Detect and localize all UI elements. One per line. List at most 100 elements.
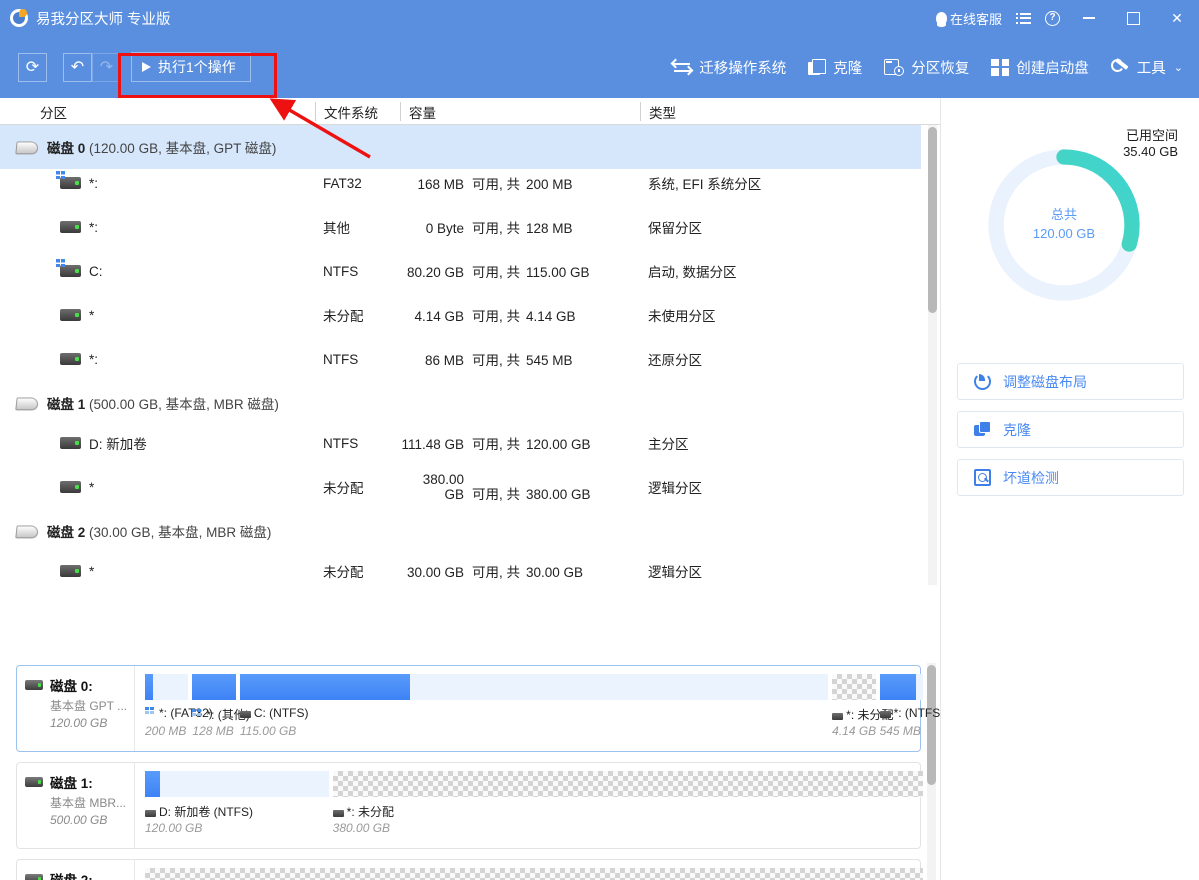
maximize-button[interactable] (1111, 0, 1155, 36)
app-window: 易我分区大师 专业版 在线客服 ? ✕ ⟳ ↶ ↷ 执行1个操作 (0, 0, 1199, 880)
partition-type: 启动, 数据分区 (648, 261, 737, 281)
partition-icon (333, 810, 344, 817)
partition-bar-label: *: (NTFS) (880, 706, 940, 720)
unallocated-bar[interactable] (832, 674, 875, 700)
partition-filesystem: FAT32 (323, 176, 362, 191)
partition-bar-used (240, 674, 411, 700)
partition-bar[interactable] (192, 674, 235, 700)
partition-total: 120.00 GB (526, 437, 592, 452)
partition-icon (60, 265, 81, 277)
partition-icon (145, 711, 156, 718)
partition-free: 168 MB (400, 177, 464, 192)
capacity-separator: 可用, 共 (472, 217, 520, 237)
app-logo-icon (10, 9, 28, 27)
partition-icon (192, 713, 203, 720)
create-bootable-disk-label: 创建启动盘 (1016, 57, 1089, 78)
unallocated-bar[interactable] (333, 771, 923, 797)
partition-bar-label-text: C: (NTFS) (254, 706, 309, 720)
disk-map-card-info: 磁盘 1:基本盘 MBR...500.00 GB (17, 763, 135, 848)
partition-type: 保留分区 (648, 217, 702, 237)
partition-type: 逻辑分区 (648, 477, 702, 497)
partition-row[interactable]: C:NTFS80.20 GB可用, 共115.00 GB启动, 数据分区 (0, 249, 921, 293)
partition-bar[interactable] (240, 674, 828, 700)
partition-recovery-button[interactable]: 分区恢复 (884, 57, 969, 78)
online-support-button[interactable]: 在线客服 (929, 0, 1009, 36)
partition-name: C: (89, 264, 103, 279)
partition-capacity: 111.48 GB可用, 共120.00 GB (400, 433, 632, 453)
partition-row[interactable]: *:其他0 Byte可用, 共128 MB保留分区 (0, 205, 921, 249)
partition-filesystem: 未分配 (323, 305, 364, 325)
partition-bar-label: D: 新加卷 (NTFS) (145, 803, 253, 820)
column-header-filesystem[interactable]: 文件系统 (316, 102, 378, 122)
disk-usage-chart: 总共 120.00 GB 已用空间 35.40 GB (957, 128, 1184, 318)
title-bar-actions: 在线客服 ? ✕ (929, 0, 1199, 36)
minimize-button[interactable] (1067, 0, 1111, 36)
disk-map-card-title: 磁盘 1: (25, 772, 134, 792)
tools-menu-button[interactable]: 工具 ⌄ (1111, 57, 1183, 78)
disk-map-size: 120.00 GB (50, 716, 134, 730)
create-bootable-disk-button[interactable]: 创建启动盘 (991, 57, 1089, 78)
disk-map-card[interactable]: 磁盘 2:基本盘 MBR...30.00 GB*: 未分配30.00 GB (16, 859, 921, 880)
partition-bar-used (880, 674, 916, 700)
penguin-icon (936, 12, 947, 25)
help-button[interactable]: ? (1038, 0, 1067, 36)
hard-disk-icon (15, 525, 39, 538)
clone-button[interactable]: 克隆 (808, 57, 862, 78)
capacity-separator: 可用, 共 (472, 173, 520, 193)
redo-button: ↷ (92, 53, 121, 82)
list-menu-icon (1016, 13, 1031, 24)
disk-map-card[interactable]: 磁盘 1:基本盘 MBR...500.00 GBD: 新加卷 (NTFS)120… (16, 762, 921, 849)
partition-row[interactable]: *未分配380.00 GB可用, 共380.00 GB逻辑分区 (0, 465, 921, 509)
partition-bar[interactable] (145, 674, 188, 700)
adjust-disk-layout-button[interactable]: 调整磁盘布局 (957, 363, 1184, 400)
used-space-value: 35.40 GB (1123, 144, 1178, 160)
diskmap-scrollbar-thumb[interactable] (927, 665, 936, 785)
bad-sector-check-button[interactable]: 坏道检测 (957, 459, 1184, 496)
partition-free: 111.48 GB (400, 437, 464, 452)
sidebar-clone-button[interactable]: 克隆 (957, 411, 1184, 448)
column-header-type[interactable]: 类型 (641, 102, 676, 122)
disk-map-card[interactable]: 磁盘 0:基本盘 GPT ...120.00 GB*: (FAT32)200 M… (16, 665, 921, 752)
disk-row-label: 磁盘 0 (120.00 GB, 基本盘, GPT 磁盘) (47, 137, 276, 157)
partition-row[interactable]: *:FAT32168 MB可用, 共200 MB系统, EFI 系统分区 (0, 161, 921, 205)
undo-button[interactable]: ↶ (63, 53, 92, 82)
partition-icon (880, 711, 891, 718)
partition-type: 未使用分区 (648, 305, 716, 325)
disk-map-name: 磁盘 1: (50, 772, 93, 792)
play-icon (142, 62, 151, 72)
tools-label: 工具 (1137, 57, 1166, 78)
partition-row[interactable]: *未分配30.00 GB可用, 共30.00 GB逻辑分区 (0, 549, 921, 585)
disk-row[interactable]: 磁盘 1 (500.00 GB, 基本盘, MBR 磁盘) (0, 381, 921, 425)
disk-map-scheme: 基本盘 MBR... (50, 794, 134, 811)
column-header-partition[interactable]: 分区 (32, 102, 67, 122)
refresh-button[interactable]: ⟳ (18, 53, 47, 82)
partition-bar[interactable] (145, 771, 329, 797)
partition-free: 4.14 GB (400, 309, 464, 324)
partition-name: *: (89, 176, 98, 191)
table-scrollbar-thumb[interactable] (928, 127, 937, 313)
migrate-os-icon (672, 59, 692, 75)
disk-row[interactable]: 磁盘 2 (30.00 GB, 基本盘, MBR 磁盘) (0, 509, 921, 553)
partition-row[interactable]: D: 新加卷NTFS111.48 GB可用, 共120.00 GB主分区 (0, 421, 921, 465)
menu-button[interactable] (1009, 0, 1038, 36)
partition-row[interactable]: *未分配4.14 GB可用, 共4.14 GB未使用分区 (0, 293, 921, 337)
partition-name: * (89, 308, 94, 323)
close-button[interactable]: ✕ (1155, 0, 1199, 36)
partition-recovery-icon (884, 58, 904, 76)
partition-total: 545 MB (526, 353, 592, 368)
capacity-separator: 可用, 共 (472, 261, 520, 281)
partition-bar-size: 380.00 GB (333, 821, 390, 835)
unallocated-bar[interactable] (145, 868, 923, 880)
partition-row[interactable]: *:NTFS86 MB可用, 共545 MB还原分区 (0, 337, 921, 381)
execute-operations-button[interactable]: 执行1个操作 (131, 52, 251, 82)
execute-operations-label: 执行1个操作 (158, 57, 236, 77)
partition-capacity: 86 MB可用, 共545 MB (400, 349, 632, 369)
migrate-os-button[interactable]: 迁移操作系统 (672, 57, 786, 78)
partition-filesystem: NTFS (323, 264, 358, 279)
partition-bar-size: 4.14 GB (832, 724, 876, 738)
partition-bar[interactable] (880, 674, 923, 700)
column-header-capacity[interactable]: 容量 (401, 102, 436, 122)
partition-table-body: 磁盘 0 (120.00 GB, 基本盘, GPT 磁盘) *: FAT32 168 … (0, 125, 940, 585)
partition-free: 80.20 GB (400, 265, 464, 280)
disk-detail: (30.00 GB, 基本盘, MBR 磁盘) (89, 525, 271, 540)
